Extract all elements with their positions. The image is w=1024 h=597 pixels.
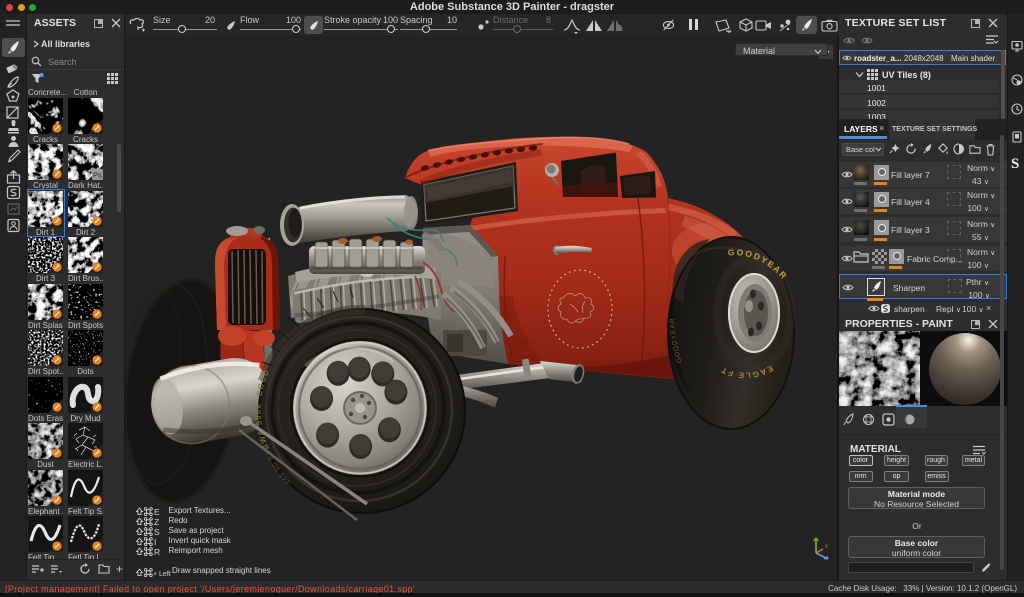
svg-text:x: x bbox=[825, 544, 828, 550]
svg-text:Ps: Ps bbox=[93, 171, 102, 180]
svg-text:+ Left: + Left bbox=[153, 570, 171, 576]
svg-text:Z: Z bbox=[154, 517, 159, 526]
svg-text:R: R bbox=[154, 547, 160, 556]
svg-text:I: I bbox=[154, 537, 156, 546]
svg-text:E: E bbox=[154, 507, 160, 516]
svg-text:S: S bbox=[154, 527, 160, 536]
